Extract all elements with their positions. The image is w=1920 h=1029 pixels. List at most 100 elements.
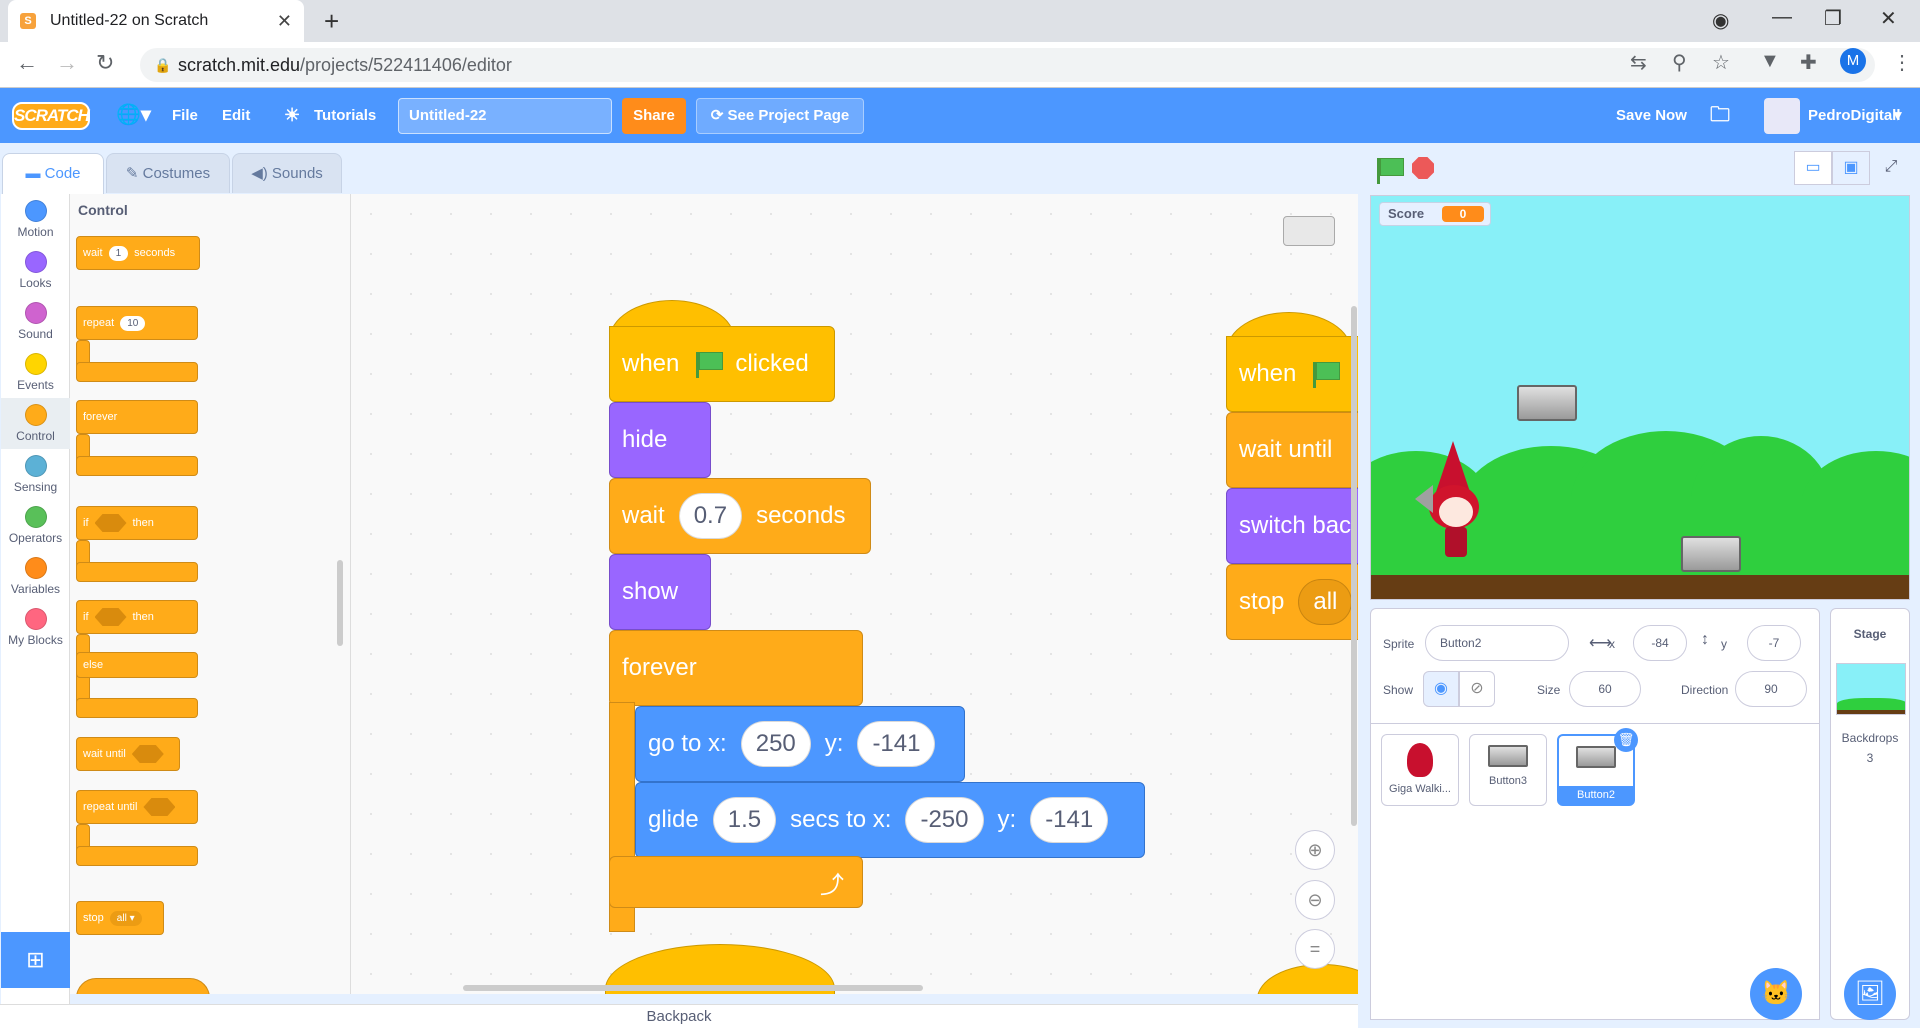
stage-selector[interactable]: Stage Backdrops 3	[1830, 608, 1910, 1020]
backpack[interactable]: Backpack	[0, 1004, 1358, 1028]
script-block-go-to-xy[interactable]: go to x: 250 y: -141	[635, 706, 965, 782]
restore-icon[interactable]: ❐	[1824, 6, 1842, 31]
category-sensing[interactable]: Sensing	[1, 449, 70, 494]
block-input[interactable]: 10	[120, 315, 146, 331]
tab-search-icon[interactable]: ◉	[1712, 8, 1729, 33]
language-globe-icon[interactable]: 🌐▾	[116, 88, 151, 143]
script-block-glide[interactable]: glide 1.5 secs to x: -250 y: -141	[635, 782, 1145, 858]
palette-block-if-else[interactable]: if then	[76, 600, 198, 634]
bookmark-star-icon[interactable]: ☆	[1712, 50, 1730, 75]
stop-dropdown[interactable]: all	[1298, 579, 1353, 625]
palette-block-forever[interactable]: forever	[76, 400, 198, 434]
sprite-name-input[interactable]: Button2	[1425, 625, 1569, 661]
reload-icon[interactable]: ↻	[96, 50, 114, 76]
stop-icon[interactable]	[1412, 157, 1434, 179]
my-stuff-folder-icon[interactable]: 🗀	[1710, 88, 1730, 143]
character-sprite[interactable]	[1411, 441, 1491, 561]
script-vscrollbar[interactable]	[1351, 306, 1357, 826]
script2-block-switch-backdrop[interactable]: switch bac	[1226, 488, 1358, 564]
sprite-tile[interactable]: Button3	[1469, 734, 1547, 806]
tab-code[interactable]: ▬ Code	[2, 153, 104, 195]
small-stage-icon[interactable]: ▭	[1794, 151, 1832, 185]
palette-block-wait[interactable]: wait 1 seconds	[76, 236, 200, 270]
translate-icon[interactable]: ⇆	[1630, 50, 1647, 75]
x-input[interactable]: -84	[1633, 625, 1687, 661]
y-input[interactable]: -7	[1747, 625, 1801, 661]
glide-x-input[interactable]: -250	[905, 797, 984, 843]
wait-input[interactable]: 0.7	[678, 493, 743, 539]
boolean-slot[interactable]	[94, 608, 127, 626]
category-operators[interactable]: Operators	[1, 500, 70, 545]
palette-scrollbar[interactable]	[337, 560, 343, 646]
goto-x-input[interactable]: 250	[740, 721, 811, 767]
tutorials-button[interactable]: Tutorials	[314, 88, 376, 143]
back-icon[interactable]: ←	[16, 50, 38, 76]
fullscreen-icon[interactable]: ⤢	[1872, 151, 1910, 185]
file-menu[interactable]: File	[172, 88, 198, 143]
size-input[interactable]: 60	[1569, 671, 1641, 707]
score-monitor[interactable]: Score 0	[1379, 202, 1491, 226]
palette-block-wait-until[interactable]: wait until	[76, 737, 180, 771]
user-avatar[interactable]	[1764, 98, 1800, 134]
script-block-when-flag-clicked[interactable]: when clicked	[609, 326, 835, 402]
green-flag-icon[interactable]	[1374, 156, 1404, 184]
category-my-blocks[interactable]: My Blocks	[1, 602, 70, 647]
show-eye-icon[interactable]: ◉	[1423, 671, 1459, 707]
zoom-out-icon[interactable]: ⊖	[1295, 880, 1335, 920]
edit-menu[interactable]: Edit	[222, 88, 250, 143]
script-block-show[interactable]: show	[609, 554, 711, 630]
normal-stage-icon[interactable]: ▣	[1832, 151, 1870, 185]
palette-block-stop[interactable]: stop all ▾	[76, 901, 164, 935]
username-menu[interactable]: PedroDigitall	[1808, 88, 1901, 143]
glide-y-input[interactable]: -141	[1030, 797, 1109, 843]
share-button[interactable]: Share	[622, 98, 686, 134]
url-field[interactable]: 🔒 scratch.mit.edu/projects/522411406/edi…	[140, 48, 1875, 82]
scratch-logo[interactable]: SCRATCH	[12, 102, 90, 130]
script-area[interactable]: when clicked hide wait 0.7 seconds show for…	[351, 194, 1358, 994]
forward-icon[interactable]: →	[56, 50, 78, 76]
zoom-reset-icon[interactable]: =	[1295, 929, 1335, 969]
script2-block-when-flag[interactable]: when	[1226, 336, 1358, 412]
category-looks[interactable]: Looks	[1, 245, 70, 290]
save-now-button[interactable]: Save Now	[1616, 88, 1687, 143]
extension-icon[interactable]: ▼	[1760, 50, 1780, 73]
category-control[interactable]: Control	[1, 398, 70, 449]
delete-sprite-icon[interactable]: 🗑	[1614, 728, 1638, 752]
profile-avatar[interactable]: M	[1840, 48, 1866, 74]
script-hscrollbar[interactable]	[463, 985, 923, 991]
user-menu-caret-icon[interactable]: ▾	[1894, 88, 1902, 143]
zoom-icon[interactable]: ⚲	[1672, 50, 1687, 75]
zoom-in-icon[interactable]: ⊕	[1295, 830, 1335, 870]
see-project-page-button[interactable]: ⟳ See Project Page	[696, 98, 864, 134]
add-extension-icon[interactable]: ⊞	[1, 932, 70, 988]
stage-canvas[interactable]: Score 0	[1370, 195, 1910, 600]
script-block-forever[interactable]: forever	[609, 630, 863, 706]
script-block-hide[interactable]: hide	[609, 402, 711, 478]
glide-secs-input[interactable]: 1.5	[712, 797, 777, 843]
category-events[interactable]: Events	[1, 347, 70, 392]
choose-backdrop-icon[interactable]: 🖼	[1844, 968, 1896, 1020]
sprite-tile[interactable]: Giga Walki...	[1381, 734, 1459, 806]
tab-costumes[interactable]: ✎ Costumes	[106, 153, 230, 193]
browser-tab[interactable]: S Untitled-22 on Scratch ✕	[8, 0, 304, 42]
button-sprite[interactable]	[1517, 385, 1577, 421]
choose-sprite-icon[interactable]: 🐱	[1750, 968, 1802, 1020]
direction-input[interactable]: 90	[1735, 671, 1807, 707]
category-motion[interactable]: Motion	[1, 194, 70, 239]
project-title-input[interactable]: Untitled-22	[398, 98, 612, 134]
stop-dropdown[interactable]: all ▾	[109, 910, 142, 926]
palette-block-repeat-until[interactable]: repeat until	[76, 790, 198, 824]
block-input[interactable]: 1	[108, 245, 129, 261]
close-tab-icon[interactable]: ✕	[277, 11, 292, 32]
boolean-slot[interactable]	[143, 798, 176, 816]
boolean-slot[interactable]	[94, 514, 127, 532]
script2-block-wait-until[interactable]: wait until	[1226, 412, 1358, 488]
puzzle-extensions-icon[interactable]: ✚	[1800, 50, 1817, 75]
category-variables[interactable]: Variables	[1, 551, 70, 596]
goto-y-input[interactable]: -141	[857, 721, 936, 767]
category-sound[interactable]: Sound	[1, 296, 70, 341]
browser-menu-icon[interactable]: ⋮	[1892, 50, 1912, 75]
script2-block-stop[interactable]: stop all	[1226, 564, 1358, 640]
palette-block-repeat[interactable]: repeat 10	[76, 306, 198, 340]
palette-block-if-then[interactable]: if then	[76, 506, 198, 540]
